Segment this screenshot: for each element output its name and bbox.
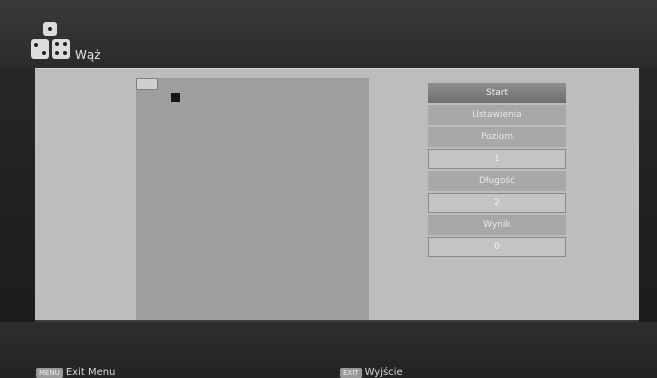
exit-label: Wyjście xyxy=(364,367,403,378)
dice-logo-icon xyxy=(31,22,73,62)
menu-label-level: Poziom xyxy=(428,127,566,147)
exit-hint[interactable]: EXIT Wyjście xyxy=(340,367,403,378)
app-title: Wąż xyxy=(75,48,101,62)
menu-item-start[interactable]: Start xyxy=(428,83,566,103)
exit-key-badge: EXIT xyxy=(340,367,362,378)
exit-menu-hint[interactable]: MENU Exit Menu xyxy=(36,367,115,378)
game-panel: Start Ustawienia Poziom 1 Długość 2 Wyni… xyxy=(35,68,639,322)
menu-item-settings[interactable]: Ustawienia xyxy=(428,105,566,125)
game-menu: Start Ustawienia Poziom 1 Długość 2 Wyni… xyxy=(428,83,566,259)
menu-label-length: Długość xyxy=(428,171,566,191)
length-value[interactable]: 2 xyxy=(428,193,566,213)
level-value[interactable]: 1 xyxy=(428,149,566,169)
tv-screen: Wąż Start Ustawienia Poziom 1 Długość 2 … xyxy=(0,0,657,378)
menu-key-badge: MENU xyxy=(36,367,63,378)
menu-label-score: Wynik xyxy=(428,215,566,235)
exit-menu-label: Exit Menu xyxy=(65,367,116,378)
snake-segment xyxy=(171,93,180,102)
board-corner-marker xyxy=(136,78,158,90)
score-value: 0 xyxy=(428,237,566,257)
game-board xyxy=(136,78,369,320)
header-bar: Wąż xyxy=(0,0,657,68)
